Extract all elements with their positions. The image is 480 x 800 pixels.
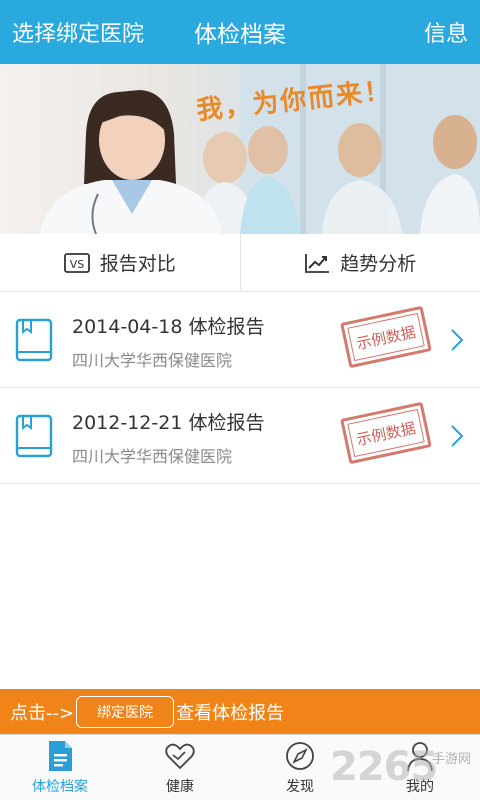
watermark-sub: 手游网	[432, 752, 472, 767]
report-actions: VS 报告对比 趋势分析	[0, 234, 480, 292]
promo-banner[interactable]: 我，为你而来！	[0, 64, 480, 234]
book-icon	[15, 414, 53, 458]
messages-button[interactable]: 信息	[424, 16, 468, 48]
nav-label: 健康	[166, 778, 194, 795]
trend-chart-icon	[305, 253, 330, 273]
nav-label: 发现	[286, 778, 314, 795]
watermark-logo: 2265	[330, 744, 438, 790]
book-icon	[15, 318, 53, 362]
compare-reports-button[interactable]: VS 报告对比	[0, 234, 240, 291]
document-icon	[49, 740, 72, 771]
sample-data-stamp: 示例数据	[340, 305, 432, 369]
list-item[interactable]: 2012-12-21 体检报告 四川大学华西保健医院 示例数据	[0, 388, 480, 484]
nav-tab-records[interactable]: 体检档案	[0, 735, 120, 800]
compass-icon	[286, 741, 314, 770]
nav-tab-health[interactable]: 健康	[120, 735, 240, 800]
list-item[interactable]: 2014-04-18 体检报告 四川大学华西保健医院 示例数据	[0, 292, 480, 388]
report-list: 2014-04-18 体检报告 四川大学华西保健医院 示例数据 2012-12-…	[0, 292, 480, 484]
trend-analysis-label: 趋势分析	[340, 253, 417, 275]
svg-text:VS: VS	[69, 258, 84, 271]
bind-hospital-button[interactable]: 绑定医院	[76, 695, 175, 728]
handshake-heart-icon	[165, 743, 195, 769]
report-hospital: 四川大学华西保健医院	[72, 351, 233, 370]
report-title: 2012-12-21 体检报告	[72, 412, 265, 434]
chevron-right-icon	[451, 425, 464, 447]
sample-data-stamp: 示例数据	[340, 401, 432, 465]
top-bar: 选择绑定医院 体检档案 信息	[0, 0, 480, 64]
bind-bar-suffix: 查看体检报告	[176, 702, 285, 724]
report-hospital: 四川大学华西保健医院	[72, 447, 233, 466]
bind-bar-prefix: 点击-->	[10, 702, 75, 724]
chevron-right-icon	[451, 329, 464, 351]
select-hospital-button[interactable]: 选择绑定医院	[12, 16, 144, 48]
report-title: 2014-04-18 体检报告	[72, 316, 265, 338]
nav-label: 体检档案	[32, 778, 88, 795]
vs-compare-icon: VS	[63, 252, 90, 273]
bind-hospital-bar: 点击--> 绑定医院 查看体检报告	[0, 689, 480, 734]
compare-reports-label: 报告对比	[99, 253, 176, 275]
trend-analysis-button[interactable]: 趋势分析	[239, 234, 480, 291]
